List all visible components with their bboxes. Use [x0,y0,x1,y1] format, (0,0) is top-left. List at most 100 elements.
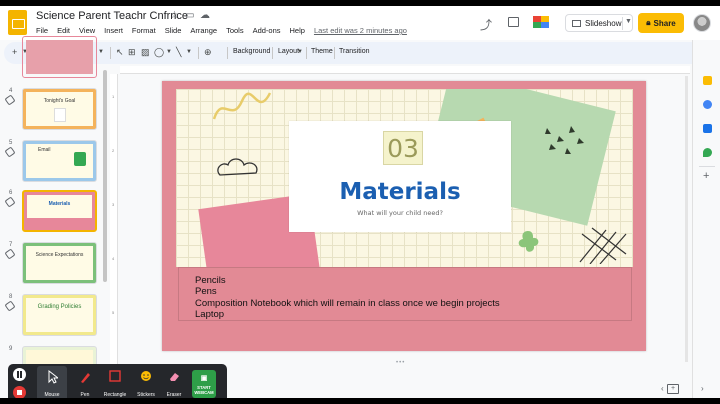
eraser-tool-button[interactable]: Eraser [160,364,188,398]
slide-thumbnail-row[interactable]: 4 Tonight's Goal [0,88,104,134]
ruler-mark: 1 [112,94,115,99]
menu-view[interactable]: View [79,26,95,35]
tool-label: Stickers [137,392,155,398]
google-meet-icon[interactable] [533,16,549,28]
menu-edit[interactable]: Edit [57,26,70,35]
slideshow-button[interactable]: Slideshow ▼ [565,14,633,32]
pen-tool-button[interactable]: Pen [70,364,100,398]
tasks-icon[interactable] [703,100,712,109]
eraser-icon [170,373,179,381]
menu-file[interactable]: File [36,26,48,35]
ruler-mark: 4 [112,256,115,261]
star-icon[interactable]: ☆ [170,10,179,21]
stop-recording-button[interactable] [13,386,26,398]
chevron-down-icon[interactable]: ▼ [625,18,632,25]
divider [110,47,111,59]
menu-add-ons[interactable]: Add-ons [253,26,281,35]
toolbar: + ▼ ↶ ↷ ⎙ 🖌︎ ⌕ ▼ ↖ ⊞ ▨ ◯ ▼ ╲ ▼ ⊕ Backgro… [4,42,716,64]
show-side-panel-icon[interactable]: › [701,384,704,393]
slide-thumbnail-row[interactable]: 7 Science Expectations [0,242,104,288]
slide-thumbnail-row[interactable]: 6 Materials [0,190,104,236]
transition-button[interactable]: Transition [339,48,369,55]
divider [227,47,228,59]
current-slide[interactable]: 03 Materials What will your child need? … [162,81,646,351]
stickers-tool-button[interactable]: Stickers [132,364,160,398]
slide-thumbnail[interactable]: Email [22,140,97,182]
shape-icon[interactable]: ◯ [154,47,164,58]
pause-recording-button[interactable] [13,368,26,381]
move-folder-icon[interactable]: ▭ [185,10,194,21]
rectangle-tool-button[interactable]: Rectangle [98,364,132,398]
canvas-scrollbar[interactable] [684,76,689,362]
line-icon[interactable]: ╲ [176,47,181,58]
slide-title[interactable]: Materials [289,179,511,205]
add-comment-icon[interactable]: ⊕ [204,47,212,58]
grid-view-icon[interactable]: ‹ [661,384,664,393]
google-slides-window: Science Parent Teachr Cnfrnce ☆ ▭ ☁ File… [0,6,720,398]
layout-button[interactable]: Layout [278,48,299,55]
contacts-icon[interactable] [703,124,712,133]
menu-slide[interactable]: Slide [165,26,182,35]
image-icon[interactable]: ▨ [141,47,150,58]
bullet-text-box[interactable] [178,267,632,321]
chevron-down-icon[interactable]: ▼ [166,49,172,55]
slide-number: 7 [9,242,13,248]
share-button[interactable]: 🔒︎ Share [638,13,684,33]
menu-insert[interactable]: Insert [104,26,123,35]
slide-thumbnail[interactable] [22,36,97,78]
side-panel: + › [692,40,720,398]
slide-thumbnail[interactable]: Grading Policies [22,294,97,336]
tool-label: Rectangle [103,392,127,398]
divider [699,166,715,167]
chevron-down-icon[interactable]: ▼ [297,49,303,55]
cloud-status-icon[interactable]: ☁ [200,10,210,21]
section-header-graphic: 03 Materials What will your child need? [176,89,633,267]
background-button[interactable]: Background [233,48,270,55]
slide-thumbnail-selected[interactable]: Materials [22,190,97,232]
text-box-icon[interactable]: ⊞ [128,47,136,58]
slides-logo-icon[interactable] [8,10,27,35]
slide-thumbnail[interactable]: Tonight's Goal [22,88,97,130]
slide-thumbnail-row[interactable] [0,36,104,82]
keep-icon[interactable] [703,76,712,85]
start-webcam-button[interactable]: ▣ START WEBCAM [192,370,216,398]
menu-tools[interactable]: Tools [226,26,244,35]
select-cursor-icon[interactable]: ↖ [116,47,124,58]
activity-dashboard-icon[interactable]: ⤴ [480,16,492,33]
cloud-doodle [217,158,258,176]
account-avatar[interactable] [693,14,711,32]
tool-label: Mouse [44,392,60,398]
share-label: Share [653,18,676,28]
slide-thumbnail-row[interactable]: 8 Grading Policies [0,294,104,340]
add-ons-plus-icon[interactable]: + [703,170,709,182]
ruler-mark: 3 [112,202,115,207]
mouse-tool-button[interactable]: Mouse [36,364,68,398]
horizontal-ruler [120,66,690,74]
bullet-item[interactable]: Laptop [195,309,224,320]
menu-help[interactable]: Help [290,26,305,35]
tool-label: Eraser [166,392,182,398]
bullet-item[interactable]: Pencils [195,275,226,286]
comment-history-icon[interactable] [508,17,519,27]
theme-button[interactable]: Theme [311,48,333,55]
menu-format[interactable]: Format [132,26,156,35]
slide-subtitle[interactable]: What will your child need? [289,209,511,217]
bullet-item[interactable]: Pens [195,286,217,297]
menu-arrange[interactable]: Arrange [190,26,217,35]
ruler-mark: 2 [112,148,115,153]
last-edit-link[interactable]: Last edit was 2 minutes ago [314,26,407,35]
filmstrip-scrollbar[interactable] [103,70,107,282]
maps-icon[interactable] [703,148,712,157]
slide-thumbnail[interactable]: Science Expectations [22,242,97,284]
link-icon [4,300,16,312]
resize-handle[interactable]: ••• [396,360,405,366]
slide-thumbnail-row[interactable]: 5 Email [0,140,104,186]
slide-filmstrip: 4 Tonight's Goal 5 Email 6 Materials 7 S… [0,36,108,398]
section-number: 03 [383,131,423,165]
chevron-down-icon[interactable]: ▼ [186,49,192,55]
hatch-doodle [579,227,627,264]
thumbnail-title: Materials [48,201,71,207]
document-title[interactable]: Science Parent Teachr Cnfrnce [36,10,188,22]
explore-icon[interactable]: + [667,384,679,394]
bullet-item[interactable]: Composition Notebook which will remain i… [195,298,500,309]
